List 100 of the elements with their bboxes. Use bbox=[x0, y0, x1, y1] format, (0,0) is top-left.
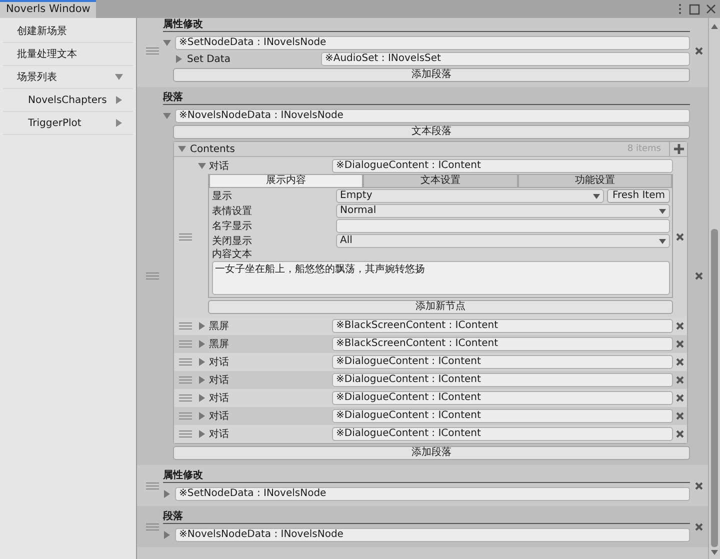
remove-icon[interactable] bbox=[695, 272, 703, 280]
sidebar-item[interactable]: 创建新场景 bbox=[3, 20, 133, 43]
node-title: 段落 bbox=[163, 511, 690, 524]
drag-handle-icon[interactable] bbox=[146, 482, 158, 490]
scroll-down-icon[interactable] bbox=[711, 550, 718, 555]
drag-handle-icon[interactable] bbox=[146, 522, 158, 530]
text-paragraph-button[interactable]: 文本段落 bbox=[173, 125, 690, 139]
expand-arrow-icon[interactable] bbox=[115, 119, 123, 127]
caret-icon bbox=[593, 194, 600, 198]
expand-arrow-icon[interactable] bbox=[115, 73, 123, 81]
object-field[interactable]: ※DialogueContent : IContent bbox=[332, 355, 673, 369]
content-label: 对话 bbox=[209, 356, 229, 369]
remove-icon[interactable] bbox=[676, 430, 684, 438]
sidebar-item[interactable]: TriggerPlot bbox=[3, 112, 133, 135]
drag-handle-icon[interactable] bbox=[178, 412, 192, 420]
scroll-thumb[interactable] bbox=[711, 229, 718, 547]
scrollbar[interactable] bbox=[708, 18, 720, 559]
foldout-arrow-icon[interactable] bbox=[198, 322, 206, 330]
remove-icon[interactable] bbox=[695, 522, 703, 530]
drag-handle-icon[interactable] bbox=[178, 233, 192, 241]
object-field[interactable]: ※DialogueContent : IContent bbox=[332, 427, 673, 441]
node-title: 段落 bbox=[163, 92, 690, 105]
add-icon[interactable] bbox=[669, 142, 687, 156]
foldout-arrow-icon[interactable] bbox=[198, 376, 206, 384]
foldout-arrow-icon[interactable] bbox=[163, 39, 171, 47]
field-label: 表情设置 bbox=[212, 204, 253, 218]
add-paragraph-button[interactable]: 添加段落 bbox=[173, 68, 690, 82]
content-label: 对话 bbox=[209, 374, 229, 387]
object-field[interactable]: ※DialogueContent : IContent bbox=[332, 373, 673, 387]
foldout-arrow-icon[interactable] bbox=[198, 412, 206, 420]
node-title: 属性修改 bbox=[163, 470, 690, 483]
remove-icon[interactable] bbox=[676, 233, 684, 241]
tab[interactable]: 展示内容 bbox=[209, 175, 364, 188]
fresh-item-button[interactable]: Fresh Item bbox=[607, 189, 670, 203]
object-field[interactable]: ※DialogueContent : IContent bbox=[332, 409, 673, 423]
add-paragraph-button[interactable]: 添加段落 bbox=[173, 446, 690, 460]
dropdown[interactable]: Empty bbox=[336, 189, 604, 203]
object-field[interactable]: ※SetNodeData : INovelsNode bbox=[175, 36, 690, 50]
remove-icon[interactable] bbox=[676, 376, 684, 384]
remove-icon[interactable] bbox=[676, 340, 684, 348]
dropdown[interactable]: All bbox=[336, 234, 670, 248]
add-node-button[interactable]: 添加新节点 bbox=[208, 300, 673, 314]
drag-handle-icon[interactable] bbox=[178, 430, 192, 438]
node-title: 属性修改 bbox=[163, 19, 690, 32]
sidebar-item[interactable]: NovelsChapters bbox=[3, 89, 133, 112]
window-tab[interactable]: Noverls Window bbox=[0, 0, 96, 18]
object-field[interactable]: ※BlackScreenContent : IContent bbox=[332, 337, 673, 351]
caret-icon bbox=[659, 208, 666, 214]
scroll-up-icon[interactable] bbox=[711, 24, 718, 29]
list-label: Contents bbox=[190, 144, 236, 154]
content-label: 黑屏 bbox=[209, 338, 229, 351]
foldout-arrow-icon[interactable] bbox=[198, 162, 206, 170]
object-field[interactable]: ※SetNodeData : INovelsNode bbox=[175, 487, 690, 501]
foldout-arrow-icon[interactable] bbox=[175, 55, 183, 63]
foldout-arrow-icon[interactable] bbox=[198, 394, 206, 402]
remove-icon[interactable] bbox=[695, 46, 703, 54]
foldout-arrow-icon[interactable] bbox=[163, 531, 171, 539]
text-area[interactable]: 一女子坐在船上，船悠悠的飘荡，其声婉转悠扬 bbox=[212, 261, 670, 295]
field-label: 名字显示 bbox=[212, 220, 253, 233]
drag-handle-icon[interactable] bbox=[146, 46, 158, 54]
more-icon[interactable] bbox=[677, 3, 683, 15]
object-field[interactable]: ※DialogueContent : IContent bbox=[332, 159, 673, 173]
expand-arrow-icon[interactable] bbox=[115, 96, 123, 104]
close-icon[interactable] bbox=[706, 4, 716, 14]
drag-handle-icon[interactable] bbox=[146, 272, 158, 280]
caret-icon bbox=[659, 238, 666, 244]
object-field[interactable]: ※BlackScreenContent : IContent bbox=[332, 319, 673, 333]
sidebar-item[interactable]: 批量处理文本 bbox=[3, 43, 133, 66]
remove-icon[interactable] bbox=[676, 358, 684, 366]
object-field[interactable]: ※NovelsNodeData : INovelsNode bbox=[175, 528, 690, 542]
text-field[interactable] bbox=[336, 219, 670, 233]
drag-handle-icon[interactable] bbox=[178, 394, 192, 402]
drag-handle-icon[interactable] bbox=[178, 322, 192, 330]
remove-icon[interactable] bbox=[676, 412, 684, 420]
tab[interactable]: 文本设置 bbox=[363, 175, 518, 188]
object-field[interactable]: ※NovelsNodeData : INovelsNode bbox=[175, 109, 690, 123]
remove-icon[interactable] bbox=[676, 394, 684, 402]
foldout-arrow-icon[interactable] bbox=[198, 340, 206, 348]
property-label: Set Data bbox=[187, 54, 230, 64]
foldout-arrow-icon[interactable] bbox=[163, 112, 171, 120]
object-field[interactable]: ※AudioSet : INovelsSet bbox=[321, 52, 690, 66]
content-label: 对话 bbox=[209, 428, 229, 441]
field-label: 内容文本 bbox=[212, 249, 253, 261]
remove-icon[interactable] bbox=[676, 322, 684, 330]
sidebar-item[interactable]: 场景列表 bbox=[3, 66, 133, 89]
drag-handle-icon[interactable] bbox=[178, 376, 192, 384]
drag-handle-icon[interactable] bbox=[178, 340, 192, 348]
maximize-icon[interactable] bbox=[689, 4, 700, 14]
foldout-arrow-icon[interactable] bbox=[163, 490, 171, 498]
content-label: 黑屏 bbox=[209, 320, 229, 333]
remove-icon[interactable] bbox=[695, 482, 703, 490]
dropdown[interactable]: Normal bbox=[336, 204, 670, 218]
content-label: 对话 bbox=[209, 392, 229, 405]
object-field[interactable]: ※DialogueContent : IContent bbox=[332, 391, 673, 405]
foldout-arrow-icon[interactable] bbox=[198, 358, 206, 366]
tab[interactable]: 功能设置 bbox=[518, 175, 672, 188]
field-label: 关闭显示 bbox=[212, 234, 253, 248]
foldout-arrow-icon[interactable] bbox=[178, 145, 186, 153]
foldout-arrow-icon[interactable] bbox=[198, 430, 206, 438]
drag-handle-icon[interactable] bbox=[178, 358, 192, 366]
